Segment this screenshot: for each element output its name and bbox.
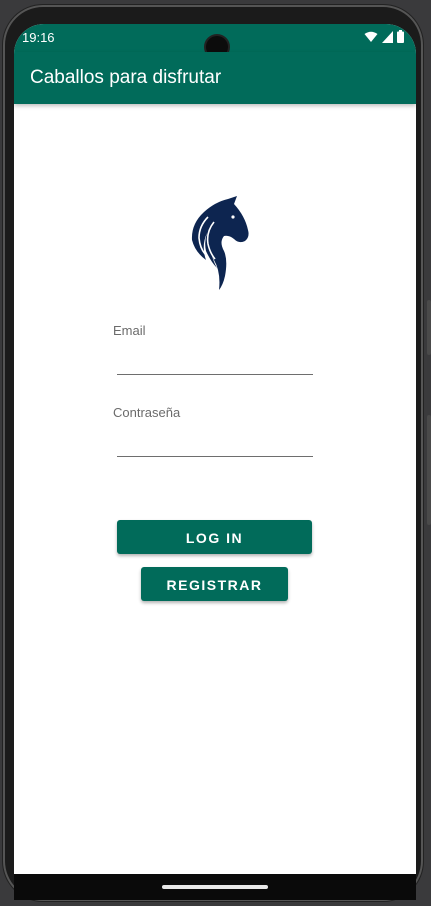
phone-frame: 19:16 Caballos para disfrutar Email Cont…	[3, 5, 423, 901]
password-field[interactable]	[117, 428, 313, 457]
password-label: Contraseña	[113, 405, 181, 420]
email-field[interactable]	[117, 346, 313, 375]
navigation-bar	[14, 874, 416, 900]
login-button[interactable]: LOG IN	[117, 520, 312, 554]
screen: 19:16 Caballos para disfrutar Email Cont…	[14, 24, 416, 900]
app-title: Caballos para disfrutar	[30, 67, 222, 88]
signal-icon	[382, 30, 393, 43]
home-indicator[interactable]	[162, 885, 268, 889]
battery-icon	[397, 30, 404, 43]
power-button	[427, 415, 431, 525]
horse-head-icon	[191, 196, 249, 290]
app-bar: Caballos para disfrutar	[14, 52, 416, 104]
volume-button	[427, 300, 431, 355]
register-button[interactable]: REGISTRAR	[141, 567, 288, 601]
email-label: Email	[113, 323, 146, 338]
status-icons	[364, 30, 404, 43]
status-time: 19:16	[22, 30, 55, 45]
wifi-icon	[364, 31, 378, 42]
